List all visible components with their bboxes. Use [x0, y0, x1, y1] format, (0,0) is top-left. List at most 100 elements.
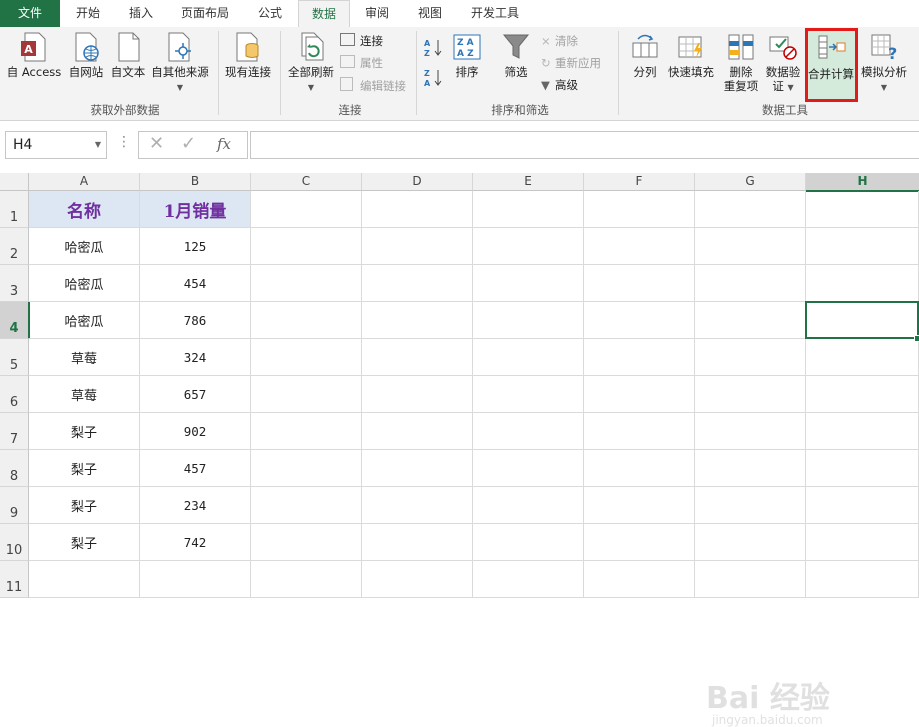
- cell-F7[interactable]: [584, 413, 695, 450]
- connections-button[interactable]: 连接: [340, 33, 383, 49]
- text-to-columns-button[interactable]: 分列: [626, 31, 664, 79]
- cell-D8[interactable]: [362, 450, 473, 487]
- cell-E7[interactable]: [473, 413, 584, 450]
- cell-F4[interactable]: [584, 302, 695, 339]
- cell-E10[interactable]: [473, 524, 584, 561]
- cell-C10[interactable]: [251, 524, 362, 561]
- cell-E6[interactable]: [473, 376, 584, 413]
- what-if-analysis-button[interactable]: ? 模拟分析 ▼: [858, 31, 910, 93]
- cell-C6[interactable]: [251, 376, 362, 413]
- row-header-8[interactable]: 8: [0, 450, 29, 487]
- cell-A11[interactable]: [29, 561, 140, 598]
- cell-D7[interactable]: [362, 413, 473, 450]
- advanced-button[interactable]: ▼ 高级: [541, 77, 578, 93]
- cell-C2[interactable]: [251, 228, 362, 265]
- from-access-button[interactable]: A 自 Access: [2, 31, 66, 79]
- clear-button[interactable]: ⨯ 清除: [541, 33, 578, 49]
- cell-F11[interactable]: [584, 561, 695, 598]
- row-header-6[interactable]: 6: [0, 376, 29, 413]
- cell-A2[interactable]: 哈密瓜: [29, 228, 140, 265]
- cell-D6[interactable]: [362, 376, 473, 413]
- cell-B1[interactable]: 1月销量: [140, 191, 251, 228]
- column-header-F[interactable]: F: [584, 173, 695, 191]
- cell-H7[interactable]: [806, 413, 919, 450]
- row-header-1[interactable]: 1: [0, 191, 29, 228]
- row-header-10[interactable]: 10: [0, 524, 29, 561]
- row-header-4[interactable]: 4: [0, 302, 30, 339]
- from-web-button[interactable]: 自网站: [66, 31, 106, 79]
- cell-A8[interactable]: 梨子: [29, 450, 140, 487]
- formula-input[interactable]: [250, 131, 919, 159]
- column-header-G[interactable]: G: [695, 173, 806, 191]
- cell-A4[interactable]: 哈密瓜: [29, 302, 140, 339]
- cell-D1[interactable]: [362, 191, 473, 228]
- cell-E2[interactable]: [473, 228, 584, 265]
- cell-B7[interactable]: 902: [140, 413, 251, 450]
- data-validation-button[interactable]: 数据验 证 ▼: [762, 31, 804, 95]
- cell-B2[interactable]: 125: [140, 228, 251, 265]
- cell-H3[interactable]: [806, 265, 919, 302]
- active-cell-H4[interactable]: [805, 301, 919, 339]
- cell-F9[interactable]: [584, 487, 695, 524]
- cell-B10[interactable]: 742: [140, 524, 251, 561]
- cell-E8[interactable]: [473, 450, 584, 487]
- cell-A3[interactable]: 哈密瓜: [29, 265, 140, 302]
- cell-H1[interactable]: [806, 191, 919, 228]
- tab-developer[interactable]: 开发工具: [456, 0, 534, 27]
- cell-G10[interactable]: [695, 524, 806, 561]
- cell-A5[interactable]: 草莓: [29, 339, 140, 376]
- from-text-button[interactable]: 自文本: [108, 31, 148, 79]
- cell-H10[interactable]: [806, 524, 919, 561]
- cell-D9[interactable]: [362, 487, 473, 524]
- edit-links-button[interactable]: 编辑链接: [340, 77, 406, 94]
- cell-B11[interactable]: [140, 561, 251, 598]
- chevron-down-icon[interactable]: ▼: [95, 140, 101, 149]
- cell-H5[interactable]: [806, 339, 919, 376]
- cell-D4[interactable]: [362, 302, 473, 339]
- column-header-C[interactable]: C: [251, 173, 362, 191]
- cell-F10[interactable]: [584, 524, 695, 561]
- cell-E1[interactable]: [473, 191, 584, 228]
- remove-duplicates-button[interactable]: 删除 重复项: [720, 31, 762, 93]
- cell-D3[interactable]: [362, 265, 473, 302]
- cell-H6[interactable]: [806, 376, 919, 413]
- insert-function-icon[interactable]: fx: [217, 135, 231, 153]
- cell-B4[interactable]: 786: [140, 302, 251, 339]
- fill-handle[interactable]: [914, 335, 919, 342]
- cell-G3[interactable]: [695, 265, 806, 302]
- cell-A6[interactable]: 草莓: [29, 376, 140, 413]
- cell-D2[interactable]: [362, 228, 473, 265]
- cell-A1[interactable]: 名称: [29, 191, 140, 228]
- filter-button[interactable]: 筛选: [496, 31, 536, 79]
- cell-G2[interactable]: [695, 228, 806, 265]
- cell-H9[interactable]: [806, 487, 919, 524]
- cell-G4[interactable]: [695, 302, 806, 339]
- cell-B6[interactable]: 657: [140, 376, 251, 413]
- column-header-B[interactable]: B: [140, 173, 251, 191]
- column-header-D[interactable]: D: [362, 173, 473, 191]
- refresh-all-button[interactable]: 全部刷新 ▼: [284, 31, 338, 93]
- properties-button[interactable]: 属性: [340, 55, 383, 71]
- column-header-H[interactable]: H: [806, 173, 919, 192]
- cell-B3[interactable]: 454: [140, 265, 251, 302]
- column-header-A[interactable]: A: [29, 173, 140, 191]
- cell-A9[interactable]: 梨子: [29, 487, 140, 524]
- cell-F8[interactable]: [584, 450, 695, 487]
- row-header-9[interactable]: 9: [0, 487, 29, 524]
- cell-G7[interactable]: [695, 413, 806, 450]
- cell-E4[interactable]: [473, 302, 584, 339]
- cell-G6[interactable]: [695, 376, 806, 413]
- row-header-3[interactable]: 3: [0, 265, 29, 302]
- existing-connections-button[interactable]: 现有连接: [221, 31, 275, 79]
- cell-E11[interactable]: [473, 561, 584, 598]
- cell-G5[interactable]: [695, 339, 806, 376]
- cell-F5[interactable]: [584, 339, 695, 376]
- cell-C8[interactable]: [251, 450, 362, 487]
- cell-H2[interactable]: [806, 228, 919, 265]
- cell-D10[interactable]: [362, 524, 473, 561]
- cell-C7[interactable]: [251, 413, 362, 450]
- flash-fill-button[interactable]: 快速填充: [666, 31, 716, 79]
- cell-H8[interactable]: [806, 450, 919, 487]
- confirm-icon[interactable]: ✓: [181, 133, 196, 154]
- cell-H11[interactable]: [806, 561, 919, 598]
